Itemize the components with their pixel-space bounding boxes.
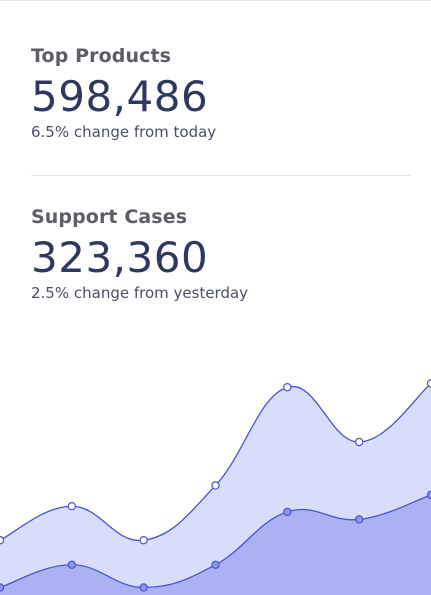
series-1-point[interactable]	[139, 536, 148, 545]
series-2-point[interactable]	[354, 515, 364, 524]
series-1-point[interactable]	[283, 383, 292, 392]
series-1-point[interactable]	[67, 502, 77, 511]
series-1-point[interactable]	[211, 481, 220, 490]
series-1-point[interactable]	[0, 536, 5, 545]
series-2-point[interactable]	[211, 560, 220, 569]
series-2-point[interactable]	[67, 560, 77, 569]
series-2-point[interactable]	[426, 490, 431, 500]
series-1-point[interactable]	[426, 379, 431, 388]
series-2-point[interactable]	[139, 583, 148, 592]
series-2-point[interactable]	[283, 507, 292, 517]
series-2-point[interactable]	[0, 583, 5, 592]
series-1-point[interactable]	[354, 437, 364, 447]
area-chart	[0, 379, 431, 595]
dashboard-panel: Top Products 598,486 6.5% change from to…	[0, 0, 431, 595]
